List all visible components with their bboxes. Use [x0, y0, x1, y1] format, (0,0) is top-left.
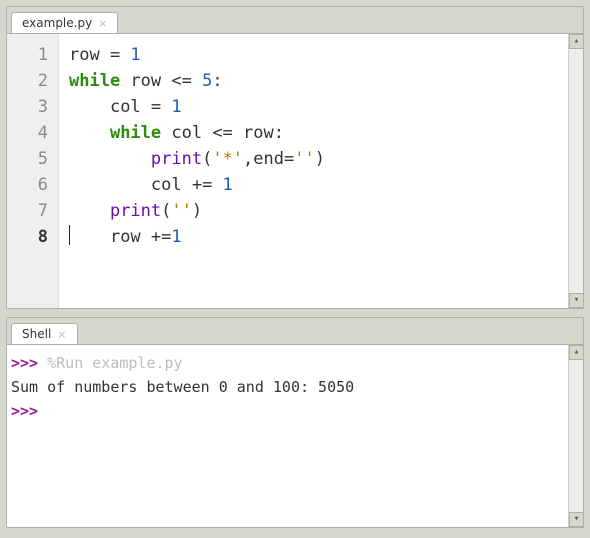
line-number-current: 8 [7, 224, 48, 250]
shell-prompt: >>> [11, 402, 38, 420]
line-number: 4 [7, 120, 48, 146]
scroll-up-icon[interactable]: ▴ [569, 345, 584, 360]
shell-output-area[interactable]: >>> %Run example.py Sum of numbers betwe… [7, 345, 568, 527]
line-number-gutter: 1 2 3 4 5 6 7 8 [7, 34, 59, 308]
code-line: print('*',end='') [69, 146, 562, 172]
editor-tab-row: example.py × [7, 7, 583, 33]
line-number: 6 [7, 172, 48, 198]
close-icon[interactable]: × [57, 329, 66, 340]
scroll-up-icon[interactable]: ▴ [569, 34, 584, 49]
line-number: 5 [7, 146, 48, 172]
code-line: while row <= 5: [69, 68, 562, 94]
shell-prompt: >>> [11, 354, 38, 372]
editor-tab[interactable]: example.py × [11, 12, 118, 33]
code-line: col += 1 [69, 172, 562, 198]
text-caret [69, 225, 70, 245]
shell-tab-row: Shell × [7, 318, 583, 344]
code-line: row +=1 [69, 224, 562, 250]
editor-content: 1 2 3 4 5 6 7 8 row = 1while row <= 5: c… [7, 33, 583, 308]
line-number: 2 [7, 68, 48, 94]
shell-output-line: Sum of numbers between 0 and 100: 5050 [11, 375, 562, 399]
close-icon[interactable]: × [98, 18, 107, 29]
line-number: 7 [7, 198, 48, 224]
shell-line: >>> [11, 399, 562, 423]
code-line: row = 1 [69, 42, 562, 68]
editor-scrollbar[interactable]: ▴ ▾ [568, 34, 583, 308]
shell-tab-label: Shell [22, 327, 51, 341]
editor-panel: example.py × 1 2 3 4 5 6 7 8 row = 1whil… [6, 6, 584, 309]
code-line: while col <= row: [69, 120, 562, 146]
scroll-down-icon[interactable]: ▾ [569, 293, 584, 308]
code-area[interactable]: row = 1while row <= 5: col = 1 while col… [59, 34, 568, 308]
shell-panel: Shell × >>> %Run example.py Sum of numbe… [6, 317, 584, 528]
shell-line: >>> %Run example.py [11, 351, 562, 375]
scroll-down-icon[interactable]: ▾ [569, 512, 584, 527]
shell-tab[interactable]: Shell × [11, 323, 78, 344]
shell-scrollbar[interactable]: ▴ ▾ [568, 345, 583, 527]
line-number: 3 [7, 94, 48, 120]
code-line: col = 1 [69, 94, 562, 120]
line-number: 1 [7, 42, 48, 68]
shell-run-command: %Run example.py [47, 354, 182, 372]
editor-tab-label: example.py [22, 16, 92, 30]
shell-content: >>> %Run example.py Sum of numbers betwe… [7, 344, 583, 527]
code-line: print('') [69, 198, 562, 224]
